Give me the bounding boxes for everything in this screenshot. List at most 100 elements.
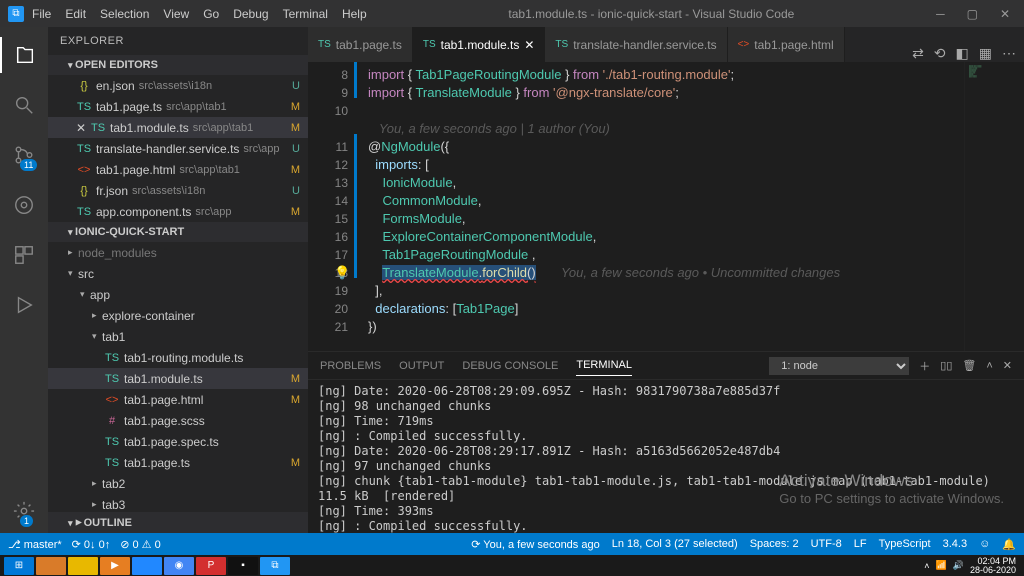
watermark-sub: Go to PC settings to activate Windows.: [779, 491, 1004, 506]
maximize-icon[interactable]: ▢: [967, 7, 978, 21]
taskbar-item[interactable]: [36, 557, 66, 575]
taskbar-vscode[interactable]: ⧉: [260, 557, 290, 575]
debug-icon[interactable]: [0, 187, 48, 223]
taskbar-item[interactable]: [68, 557, 98, 575]
activity-bar: 11 1: [0, 27, 48, 533]
tree-item[interactable]: <>tab1.page.htmlM: [48, 389, 308, 410]
new-terminal-icon[interactable]: ＋: [919, 358, 930, 374]
problems-count[interactable]: ⊘ 0 ⚠ 0: [120, 538, 160, 551]
indentation[interactable]: Spaces: 2: [750, 538, 799, 550]
ts-version[interactable]: 3.4.3: [943, 538, 967, 550]
lightbulb-icon[interactable]: 💡: [334, 264, 350, 282]
tray-wifi-icon[interactable]: 📶: [936, 560, 947, 571]
panel-tab-output[interactable]: OUTPUT: [399, 356, 444, 376]
tree-item[interactable]: ▾app: [48, 284, 308, 305]
editor-code[interactable]: 89101112131415161718192021 import { Tab1…: [308, 62, 1024, 351]
explorer-icon[interactable]: [0, 37, 48, 73]
split-terminal-icon[interactable]: ▯▯: [940, 359, 952, 372]
open-editor-item[interactable]: {}en.jsonsrc\assets\i18nU: [48, 75, 308, 96]
editor-tab[interactable]: <>tab1.page.html: [728, 27, 845, 62]
taskbar-item[interactable]: ▪: [228, 557, 258, 575]
source-control-icon[interactable]: 11: [0, 137, 48, 173]
bell-icon[interactable]: 🔔: [1002, 538, 1016, 551]
close-tab-icon[interactable]: ✕: [524, 38, 534, 52]
open-editor-item[interactable]: <>tab1.page.htmlsrc\app\tab1M: [48, 159, 308, 180]
editor-tab[interactable]: TStab1.page.ts: [308, 27, 413, 62]
eol[interactable]: LF: [854, 538, 867, 550]
tree-item[interactable]: ▸explore-container: [48, 305, 308, 326]
taskbar-item[interactable]: [132, 557, 162, 575]
tree-item[interactable]: #tab1.page.scss: [48, 410, 308, 431]
watermark-title: Activate Windows: [779, 471, 1004, 491]
scm-badge: 11: [20, 159, 37, 171]
more-icon[interactable]: ⋯: [1002, 45, 1016, 62]
tree-item[interactable]: ▸tab3: [48, 494, 308, 512]
project-section[interactable]: IONIC-QUICK-START: [48, 222, 308, 242]
tree-item[interactable]: ▾tab1: [48, 326, 308, 347]
panel-tab-problems[interactable]: PROBLEMS: [320, 356, 381, 376]
maximize-panel-icon[interactable]: ˄: [986, 360, 992, 372]
open-editor-item[interactable]: TStranslate-handler.service.tssrc\appU: [48, 138, 308, 159]
open-editors-section[interactable]: OPEN EDITORS: [48, 55, 308, 75]
encoding[interactable]: UTF-8: [811, 538, 842, 550]
menu-go[interactable]: Go: [203, 7, 219, 21]
menu-edit[interactable]: Edit: [65, 7, 86, 21]
open-editor-item[interactable]: {}fr.jsonsrc\assets\i18nU: [48, 180, 308, 201]
cursor-position[interactable]: Ln 18, Col 3 (27 selected): [612, 538, 738, 550]
run-icon[interactable]: [0, 287, 48, 323]
editor-tab[interactable]: TStab1.module.ts✕: [413, 27, 546, 62]
tree-item[interactable]: ▾src: [48, 263, 308, 284]
close-icon[interactable]: ✕: [1000, 7, 1010, 21]
kill-terminal-icon[interactable]: 🗑: [962, 359, 976, 372]
tray-volume-icon[interactable]: 🔊: [953, 560, 964, 571]
git-sync[interactable]: ⟳ 0↓ 0↑: [72, 538, 111, 551]
code-lines[interactable]: import { Tab1PageRoutingModule } from '.…: [360, 62, 964, 351]
minimap[interactable]: ███ ██ █████ █ █████████ ███████ ███: [964, 62, 1024, 351]
start-button[interactable]: ⊞: [4, 557, 34, 575]
tree-item[interactable]: TStab1-routing.module.ts: [48, 347, 308, 368]
taskbar-item[interactable]: ◉: [164, 557, 194, 575]
menu-debug[interactable]: Debug: [233, 7, 268, 21]
settings-gear-icon[interactable]: 1: [0, 493, 48, 529]
menu-help[interactable]: Help: [342, 7, 367, 21]
refresh-icon[interactable]: ⟲: [934, 45, 946, 62]
tray-chevron-icon[interactable]: ˄: [924, 561, 929, 571]
menu-selection[interactable]: Selection: [100, 7, 149, 21]
menu-file[interactable]: File: [32, 7, 51, 21]
taskbar-item[interactable]: P: [196, 557, 226, 575]
split-icon[interactable]: ◧: [956, 45, 969, 62]
tree-item[interactable]: ▸node_modules: [48, 242, 308, 263]
editor-tab[interactable]: TStranslate-handler.service.ts: [545, 27, 727, 62]
system-tray[interactable]: ˄ 📶 🔊 02:04 PM28-06-2020: [924, 557, 1020, 575]
tree-item[interactable]: TStab1.page.tsM: [48, 452, 308, 473]
open-editor-item[interactable]: ✕TStab1.module.tssrc\app\tab1M: [48, 117, 308, 138]
blame-status[interactable]: ⟳ You, a few seconds ago: [471, 538, 599, 551]
outline-section[interactable]: ▾ OUTLINE: [48, 512, 308, 533]
sidebar: EXPLORER OPEN EDITORS {}en.jsonsrc\asset…: [48, 27, 308, 533]
terminal-select[interactable]: 1: node: [769, 357, 909, 375]
panel-tab-terminal[interactable]: TERMINAL: [576, 355, 632, 376]
menu-view[interactable]: View: [163, 7, 189, 21]
close-panel-icon[interactable]: ✕: [1003, 359, 1012, 372]
language[interactable]: TypeScript: [879, 538, 931, 550]
panel-tab-debug-console[interactable]: DEBUG CONSOLE: [462, 356, 558, 376]
tree-item[interactable]: ▸tab2: [48, 473, 308, 494]
sidebar-header: EXPLORER: [48, 27, 308, 55]
open-editor-item[interactable]: TStab1.page.tssrc\app\tab1M: [48, 96, 308, 117]
layout-icon[interactable]: ▦: [979, 45, 992, 62]
open-editor-item[interactable]: TSapp.component.tssrc\appM: [48, 201, 308, 222]
taskbar-item[interactable]: ▶: [100, 557, 130, 575]
windows-watermark: Activate Windows Go to PC settings to ac…: [779, 471, 1004, 506]
tree-item[interactable]: TStab1.module.tsM: [48, 368, 308, 389]
status-bar: ⎇ master* ⟳ 0↓ 0↑ ⊘ 0 ⚠ 0 ⟳ You, a few s…: [0, 533, 1024, 555]
tree-item[interactable]: TStab1.page.spec.ts: [48, 431, 308, 452]
feedback-icon[interactable]: ☺: [979, 538, 990, 550]
git-branch[interactable]: ⎇ master*: [8, 538, 62, 551]
menu-terminal[interactable]: Terminal: [283, 7, 328, 21]
compare-icon[interactable]: ⇄: [912, 45, 924, 62]
search-icon[interactable]: [0, 87, 48, 123]
window-title: tab1.module.ts - ionic-quick-start - Vis…: [367, 7, 936, 21]
terminal-output[interactable]: [ng] Date: 2020-06-28T08:29:09.695Z - Ha…: [308, 380, 1024, 533]
minimize-icon[interactable]: ─: [936, 7, 945, 21]
extensions-icon[interactable]: [0, 237, 48, 273]
